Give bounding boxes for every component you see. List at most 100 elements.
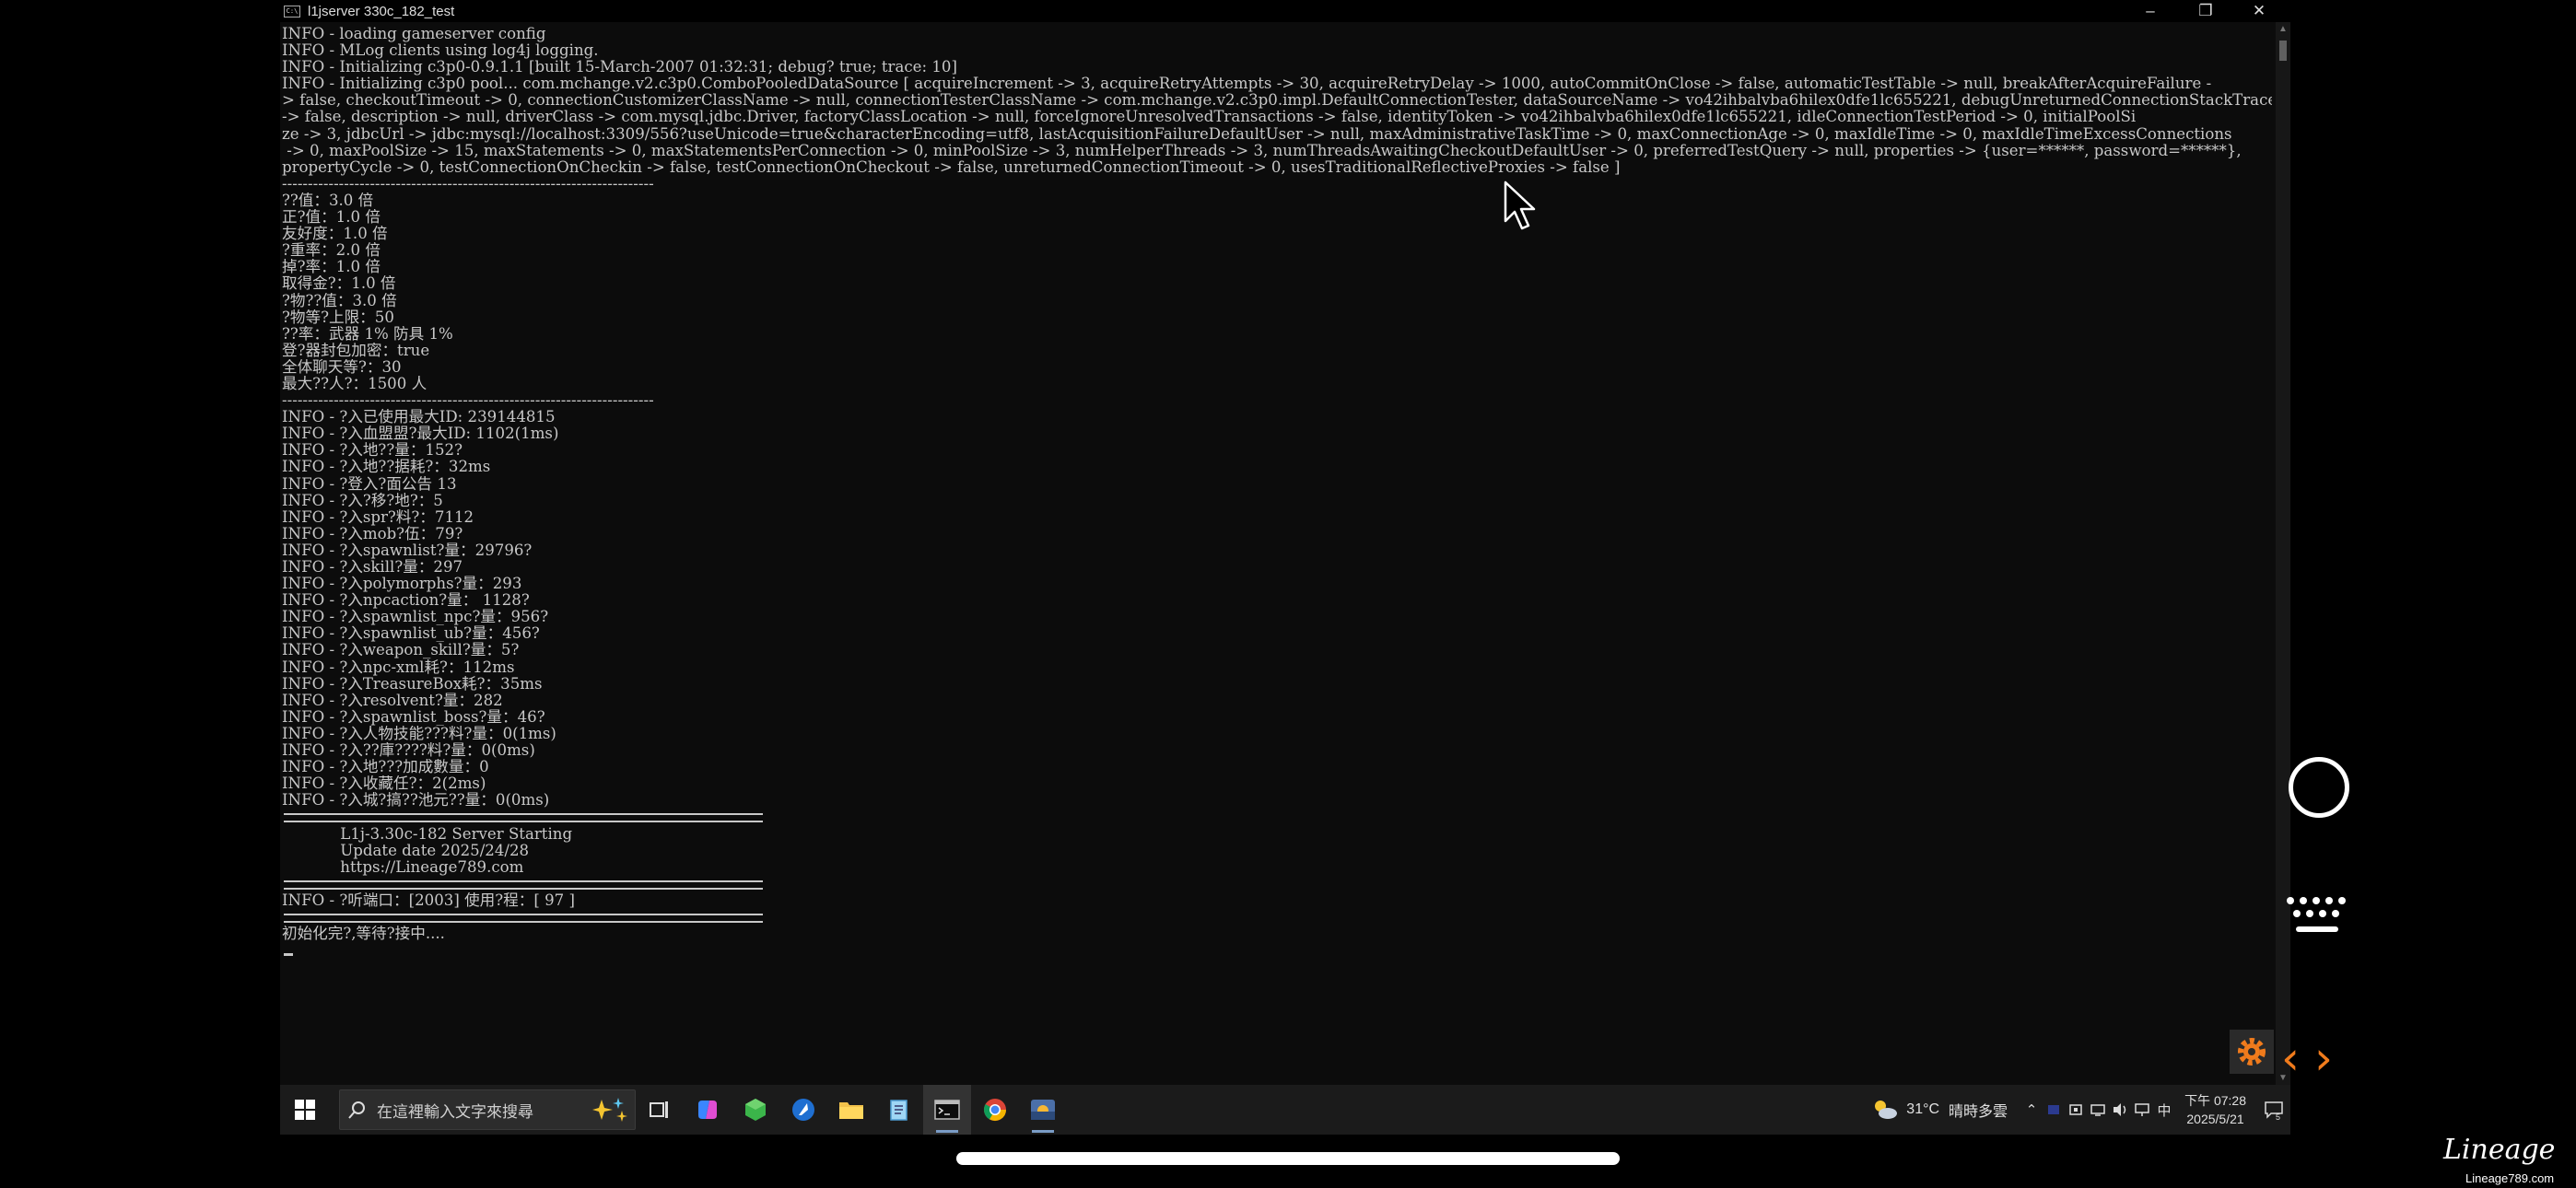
notification-icon (2265, 1101, 2283, 1119)
network-icon[interactable] (2131, 1085, 2153, 1135)
notification-count: 5 (2276, 1112, 2281, 1122)
scroll-thumb[interactable] (2279, 41, 2287, 61)
scroll-up-icon[interactable]: ▲ (2278, 24, 2288, 34)
console-line: 最大??人?：1500 人 (282, 375, 427, 392)
notification-center-button[interactable]: 5 (2257, 1085, 2290, 1135)
console-output[interactable]: INFO - loading gameserver config INFO - M… (282, 26, 2272, 1085)
weather-widget[interactable]: 31°C 晴時多雲 (1871, 1098, 2008, 1122)
settings-button[interactable] (2230, 1030, 2274, 1074)
console-line: ----------------------------------------… (282, 392, 654, 410)
keyboard-icon[interactable] (2283, 891, 2353, 947)
blue-feather-icon (792, 1099, 814, 1121)
sunrise-app-button[interactable] (1019, 1085, 1067, 1135)
console-line: INFO - ?入已使用最大ID: 239144815 (282, 409, 556, 426)
green-cube-app-button[interactable] (732, 1085, 779, 1135)
console-line: INFO - ?入血盟盟?最大ID: 1102(1ms) (282, 425, 559, 443)
text-cursor (284, 953, 293, 957)
mouse-pointer-icon (1504, 181, 1536, 230)
show-hidden-icons-chevron-icon[interactable]: ⌃ (2020, 1085, 2043, 1135)
console-line: 初始化完?,等待?接中.... (282, 926, 445, 943)
cmd-window-icon: C:\ (284, 5, 300, 17)
weather-temp: 31°C (1906, 1101, 1940, 1117)
console-line: > false, checkoutTimeout -> 0, connectio… (282, 92, 2272, 110)
console-line: INFO - ?登入?面公告 13 (282, 475, 457, 493)
console-line: https://Lineage789.com (282, 858, 524, 876)
console-line: INFO - ?入spr?料?：7112 (282, 508, 474, 526)
console-separator (282, 909, 2272, 926)
console-line: INFO - ?入spawnlist_npc?量：956? (282, 609, 549, 626)
tray-usb-icon[interactable] (2065, 1085, 2087, 1135)
weather-partly-cloudy-icon (1875, 1101, 1898, 1119)
chrome-button[interactable] (971, 1085, 1019, 1135)
clock-date: 2025/5/21 (2186, 1112, 2244, 1126)
taskbar-right-area: 31°C 晴時多雲 ⌃ 中 下午 07:28 2025/5/21 5 (1871, 1085, 2290, 1135)
windows-logo-icon (295, 1100, 315, 1120)
next-arrow-icon[interactable]: › (2314, 1035, 2333, 1081)
search-icon (348, 1101, 365, 1119)
terminal-icon (934, 1100, 960, 1120)
blue-feather-app-button[interactable] (779, 1085, 827, 1135)
console-line: ?物??值：3.0 倍 (282, 292, 397, 309)
copilot-icon (698, 1101, 717, 1119)
weather-condition: 晴時多雲 (1949, 1104, 2008, 1120)
console-line: INFO - ?入地??量：152? (282, 442, 463, 460)
console-line: ze -> 3, jdbcUrl -> jdbc:mysql://localho… (282, 125, 2232, 143)
maximize-button[interactable]: ❐ (2180, 0, 2231, 22)
console-line: propertyCycle -> 0, testConnectionOnChec… (282, 158, 1621, 176)
green-cube-icon (745, 1099, 766, 1121)
minimize-button[interactable]: – (2125, 0, 2176, 22)
console-line: INFO - ?入resolvent?量：282 (282, 692, 503, 709)
console-line: ??值：3.0 倍 (282, 192, 374, 209)
console-line: INFO - ?入spawnlist_ub?量：456? (282, 625, 540, 643)
console-separator (282, 876, 2272, 892)
windows-taskbar: 在這裡輸入文字來搜尋 31°C 晴時多雲 ⌃ 中 下午 07:28 2025/5… (280, 1085, 2290, 1135)
console-line: INFO - ?入地??据耗?：32ms (282, 459, 491, 476)
console-line: L1j-3.30c-182 Server Starting (282, 825, 573, 843)
notepad-icon (890, 1100, 907, 1121)
console-line: INFO - ?入收藏任?：2(2ms) (282, 775, 486, 793)
home-indicator-bar[interactable] (956, 1152, 1620, 1165)
console-line: INFO - ?入?移?地?：5 (282, 492, 443, 509)
console-line: INFO - ?入npc-xml耗?：112ms (282, 658, 515, 676)
command-prompt-button[interactable] (923, 1085, 971, 1135)
console-line: 掉?率：1.0 倍 (282, 259, 381, 276)
remote-home-button[interactable] (2289, 757, 2349, 818)
console-line: INFO - ?入spawnlist?量：29796? (282, 542, 533, 559)
console-line: -> false, description -> null, driverCla… (282, 109, 2137, 126)
gear-icon (2238, 1038, 2266, 1066)
console-line: INFO - ?入城?搞??池元??量：0(0ms) (282, 792, 550, 809)
site-watermark: Lineage Lineage789.com (2443, 1135, 2572, 1186)
console-line: INFO - ?入skill?量：297 (282, 559, 463, 576)
clock-time: 下午 07:28 (2184, 1093, 2246, 1108)
taskbar-search-box[interactable]: 在這裡輸入文字來搜尋 (339, 1089, 636, 1130)
volume-icon[interactable] (2109, 1085, 2131, 1135)
task-view-button[interactable] (636, 1085, 684, 1135)
taskbar-clock[interactable]: 下午 07:28 2025/5/21 (2184, 1091, 2246, 1128)
console-line: 全体聊天等?：30 (282, 358, 402, 376)
tray-app-icon[interactable] (2043, 1085, 2065, 1135)
console-titlebar[interactable]: C:\ l1jserver 330c_182_test – ❐ ✕ (280, 0, 2290, 22)
ime-indicator[interactable]: 中 (2153, 1085, 2175, 1135)
tray-display-icon[interactable] (2087, 1085, 2109, 1135)
file-explorer-button[interactable] (827, 1085, 875, 1135)
window-title: l1jserver 330c_182_test (308, 3, 455, 19)
console-line: ??率：武器 1% 防具 1% (282, 325, 453, 343)
console-separator (282, 809, 2272, 825)
console-line: INFO - Initializing c3p0-0.9.1.1 [built … (282, 59, 957, 76)
search-highlight-sparkle-icon[interactable] (592, 1096, 629, 1124)
console-line: -> 0, maxPoolSize -> 15, maxStatements -… (282, 142, 2242, 159)
console-line: 正?值：1.0 倍 (282, 209, 381, 227)
console-line: INFO - ?听端口：[2003] 使用?程：[ 97 ] (282, 891, 575, 909)
console-line: Update date 2025/24/28 (282, 842, 530, 859)
remote-desktop-screen: C:\ l1jserver 330c_182_test – ❐ ✕ INFO -… (280, 0, 2290, 1135)
watermark-logo: Lineage (2443, 1134, 2556, 1166)
close-button[interactable]: ✕ (2233, 0, 2285, 22)
start-button[interactable] (280, 1085, 330, 1135)
watermark-url: Lineage789.com (2465, 1171, 2555, 1185)
previous-arrow-icon[interactable]: ‹ (2281, 1035, 2300, 1081)
console-line: INFO - MLog clients using log4j logging. (282, 42, 599, 60)
notepad-button[interactable] (875, 1085, 923, 1135)
folder-icon (839, 1102, 863, 1119)
console-line: INFO - ?入spawnlist_boss?量：46? (282, 708, 545, 726)
copilot-button[interactable] (684, 1085, 732, 1135)
